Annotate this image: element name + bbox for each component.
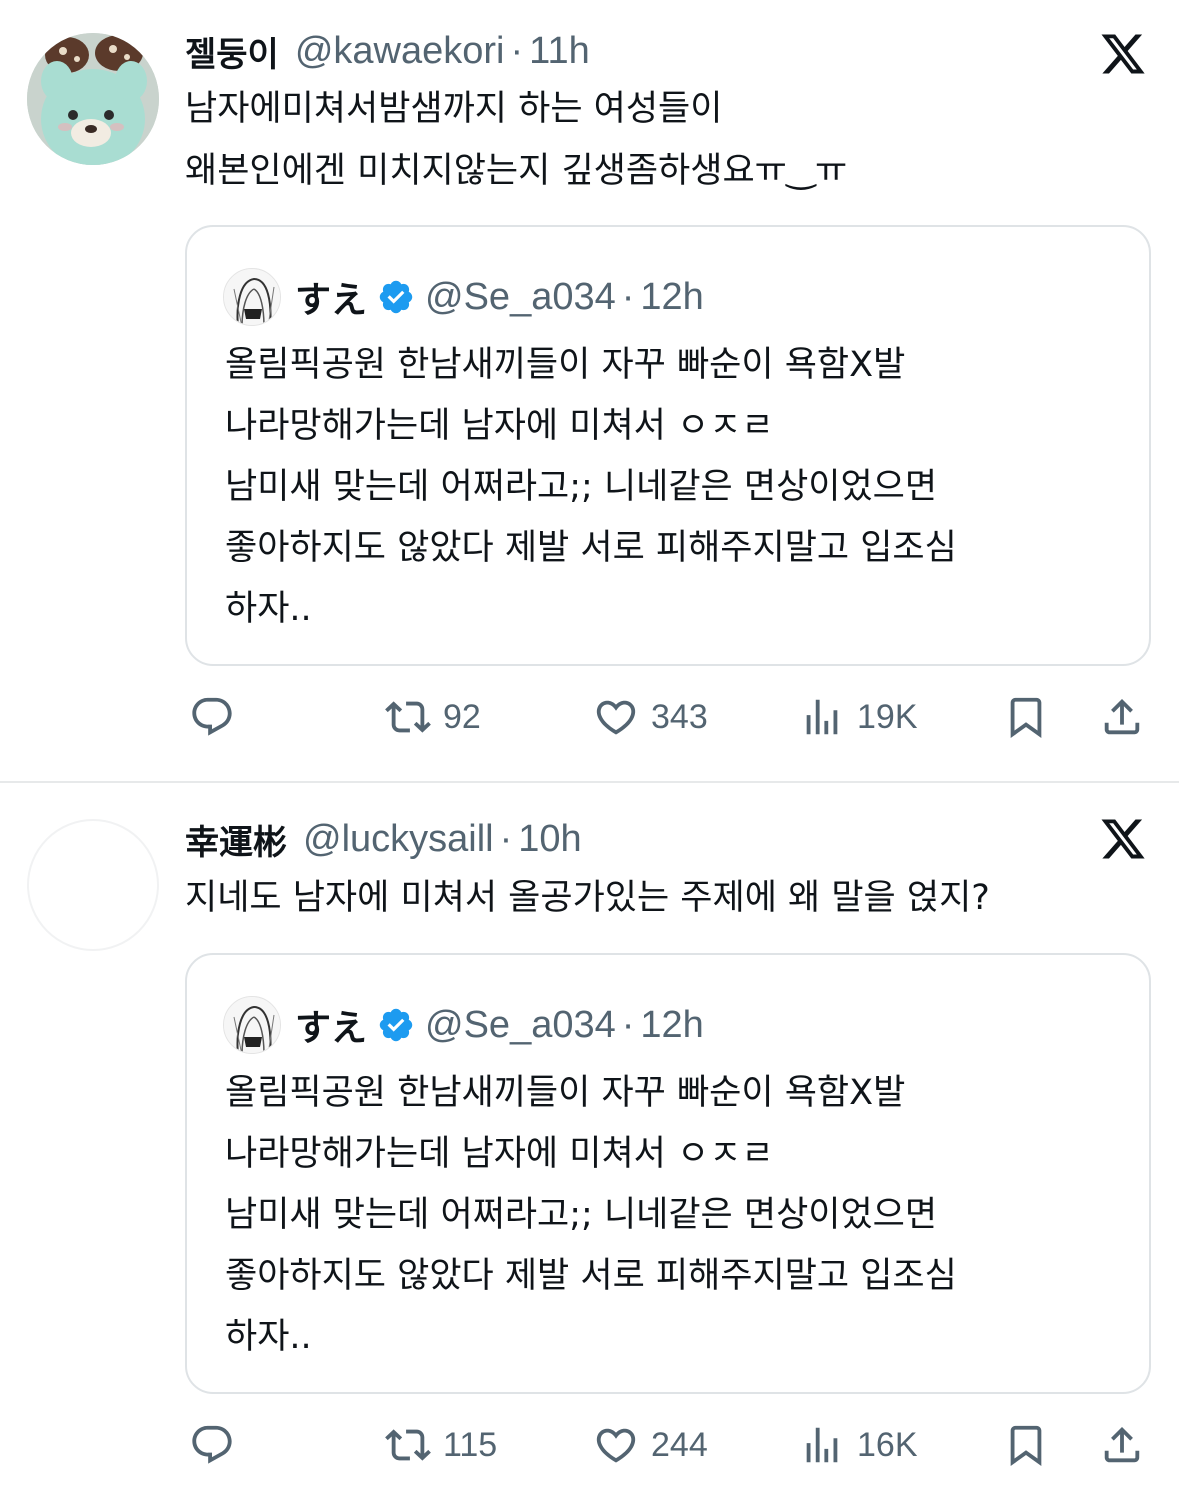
retweet-button[interactable]: 92: [385, 687, 481, 747]
share-icon: [1104, 698, 1140, 735]
reply-button[interactable]: [189, 1415, 235, 1475]
like-count: 244: [651, 1425, 708, 1464]
x-logo-icon: [1101, 819, 1145, 859]
tweet-header: 젤둥이 @kawaekori · 11h: [185, 27, 590, 75]
views-count: 16K: [857, 1425, 918, 1464]
share-button[interactable]: [1099, 687, 1145, 747]
retweet-count: 115: [443, 1425, 498, 1464]
quoted-display-name[interactable]: すえ: [295, 999, 367, 1051]
share-button[interactable]: [1099, 1415, 1145, 1475]
views-count: 19K: [857, 697, 918, 736]
verified-badge-icon: [379, 1008, 413, 1042]
quoted-tweet[interactable]: すえ @Se_a034 · 12h 올림픽공원 한남새끼들이 자꾸 빠순이 욕함…: [185, 225, 1151, 666]
views-button[interactable]: 16K: [799, 1415, 918, 1475]
reply-icon: [192, 697, 232, 736]
like-button[interactable]: 244: [593, 1415, 708, 1475]
share-icon: [1104, 1426, 1140, 1463]
avatar[interactable]: [27, 33, 159, 165]
tweet[interactable]: 젤둥이 @kawaekori · 11h 남자에미쳐서밤샘까지 하는 여성들이 …: [0, 0, 1179, 782]
bookmark-icon: [1010, 1425, 1042, 1466]
quoted-tweet-header: すえ @Se_a034 · 12h: [223, 995, 704, 1055]
display-name[interactable]: 幸運彬: [185, 815, 287, 864]
sketch-portrait-avatar-image: [224, 997, 280, 1053]
separator-dot: ·: [499, 817, 513, 860]
tweet[interactable]: 幸運彬 @luckysaill · 10h 지네도 남자에 미쳐서 올공가있는 …: [0, 783, 1179, 1492]
views-button[interactable]: 19K: [799, 687, 918, 747]
quoted-tweet-text: 올림픽공원 한남새끼들이 자꾸 빠순이 욕함X발 나라망해가는데 남자에 미쳐서…: [225, 345, 957, 629]
quoted-display-name[interactable]: すえ: [295, 271, 367, 323]
quoted-avatar: [223, 996, 281, 1054]
separator-dot: ·: [510, 29, 524, 72]
retweet-icon: [385, 701, 431, 733]
like-count: 343: [651, 697, 708, 736]
bookmark-icon: [1010, 697, 1042, 738]
action-bar: 92 343 19K: [185, 687, 1151, 747]
reply-button[interactable]: [189, 687, 235, 747]
views-icon: [806, 1427, 838, 1463]
separator-dot: ·: [621, 275, 635, 318]
quoted-tweet[interactable]: すえ @Se_a034 · 12h 올림픽공원 한남새끼들이 자꾸 빠순이 욕함…: [185, 953, 1151, 1394]
quoted-timestamp[interactable]: 12h: [640, 276, 703, 319]
quoted-username[interactable]: @Se_a034: [425, 1004, 616, 1047]
plush-bear-avatar-image: [27, 33, 159, 165]
like-icon: [596, 700, 636, 735]
avatar[interactable]: [27, 819, 159, 951]
quoted-username[interactable]: @Se_a034: [425, 276, 616, 319]
timestamp[interactable]: 11h: [529, 30, 590, 73]
views-icon: [806, 699, 838, 735]
quoted-tweet-text: 올림픽공원 한남새끼들이 자꾸 빠순이 욕함X발 나라망해가는데 남자에 미쳐서…: [225, 1073, 957, 1357]
like-icon: [596, 1428, 636, 1463]
username[interactable]: @luckysaill: [303, 818, 494, 861]
retweet-count: 92: [443, 697, 481, 736]
quoted-timestamp[interactable]: 12h: [640, 1004, 703, 1047]
tweet-text: 남자에미쳐서밤샘까지 하는 여성들이 왜본인에겐 미치지않는지 깊생좀하생요ㅠ‿…: [185, 89, 848, 191]
quoted-avatar: [223, 268, 281, 326]
like-button[interactable]: 343: [593, 687, 708, 747]
reply-icon: [192, 1425, 232, 1464]
retweet-icon: [385, 1429, 431, 1461]
x-logo-icon: [1101, 34, 1145, 74]
timestamp[interactable]: 10h: [518, 818, 581, 861]
action-bar: 115 244 16K: [185, 1415, 1151, 1475]
quoted-tweet-header: すえ @Se_a034 · 12h: [223, 267, 704, 327]
bookmark-button[interactable]: [1003, 687, 1049, 747]
username[interactable]: @kawaekori: [295, 30, 505, 73]
separator-dot: ·: [621, 1003, 635, 1046]
tweet-text: 지네도 남자에 미쳐서 올공가있는 주제에 왜 말을 얹지?: [185, 878, 990, 918]
tweet-header: 幸運彬 @luckysaill · 10h: [185, 815, 582, 863]
bookmark-button[interactable]: [1003, 1415, 1049, 1475]
display-name[interactable]: 젤둥이: [185, 27, 279, 76]
retweet-button[interactable]: 115: [385, 1415, 497, 1475]
verified-badge-icon: [379, 280, 413, 314]
sketch-portrait-avatar-image: [224, 269, 280, 325]
